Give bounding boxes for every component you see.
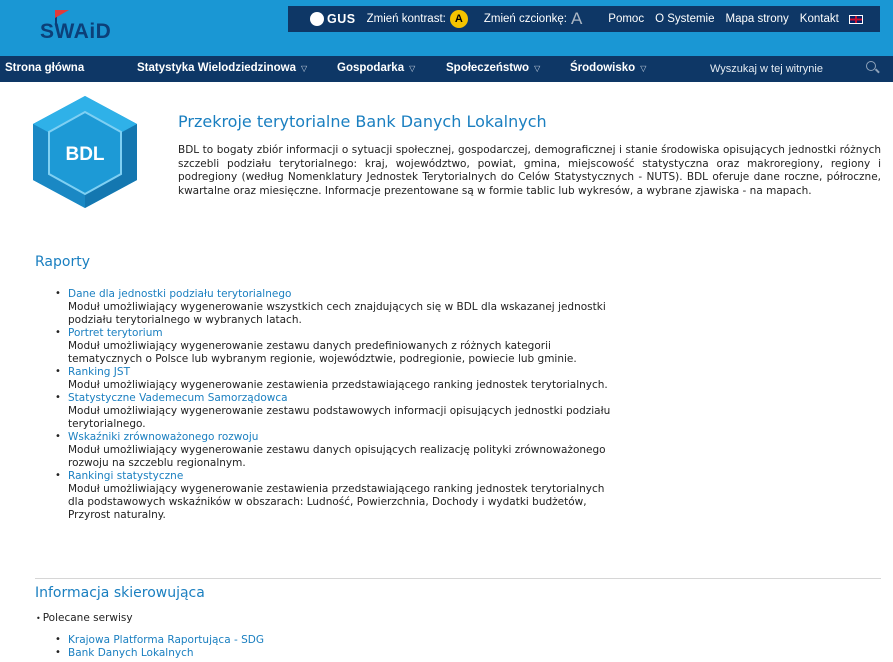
bdl-logo-icon: BDL [33, 96, 137, 208]
report-link[interactable]: Ranking JST [68, 366, 612, 379]
referral-heading: Informacja skierowująca [35, 585, 205, 601]
list-item: Rankingi statystyczneModuł umożliwiający… [52, 470, 612, 522]
utility-bar: GUS Zmień kontrast: A Zmień czcionkę: A Po… [288, 6, 880, 32]
report-description: Moduł umożliwiający wygenerowanie wszyst… [68, 301, 606, 326]
list-item: Dane dla jednostki podziału terytorialne… [52, 288, 612, 327]
page-title: Przekroje terytorialne Bank Danych Lokal… [178, 112, 547, 131]
search-icon[interactable] [866, 61, 876, 71]
gus-label: GUS [327, 12, 356, 26]
report-link[interactable]: Portret terytorium [68, 327, 612, 340]
nav-item-label: Społeczeństwo [446, 62, 530, 74]
recommended-services-label: Polecane serwisy [36, 612, 133, 624]
intro-text: BDL to bogaty zbiór informacji o sytuacj… [178, 144, 881, 197]
list-item: Krajowa Platforma Raportująca - SDG [52, 634, 264, 647]
contrast-toggle[interactable]: Zmień kontrast: A [367, 10, 468, 28]
nav-item-label: Statystyka Wielodziedzinowa [137, 62, 297, 74]
english-flag-icon[interactable] [848, 14, 863, 24]
report-link[interactable]: Statystyczne Vademecum Samorządowca [68, 392, 612, 405]
font-size-label: Zmień czcionkę: [483, 13, 567, 26]
report-description: Moduł umożliwiający wygenerowanie zestaw… [68, 405, 611, 430]
contrast-icon[interactable]: A [449, 10, 468, 28]
chevron-down-icon: ▽ [534, 64, 541, 73]
chevron-down-icon: ▽ [640, 64, 647, 73]
report-link[interactable]: Rankingi statystyczne [68, 470, 612, 483]
list-item: Portret terytoriumModuł umożliwiający wy… [52, 327, 612, 366]
search-input[interactable]: Wyszukaj w tej witrynie [710, 63, 823, 75]
service-link[interactable]: Krajowa Platforma Raportująca - SDG [68, 634, 264, 647]
about-link[interactable]: O Systemie [655, 13, 714, 25]
nav-item-economy[interactable]: Gospodarka ▽ [337, 62, 415, 74]
help-link[interactable]: Pomoc [608, 13, 644, 25]
report-description: Moduł umożliwiający wygenerowanie zestaw… [68, 379, 608, 391]
list-item: Bank Danych Lokalnych [52, 647, 264, 660]
contact-link[interactable]: Kontakt [800, 13, 839, 25]
font-size-toggle[interactable]: Zmień czcionkę: A [484, 9, 582, 29]
report-description: Moduł umożliwiający wygenerowanie zestaw… [68, 444, 606, 469]
reports-heading: Raporty [35, 254, 90, 270]
header: SWAiD GUS Zmień kontrast: A Zmień czcionk… [0, 0, 893, 56]
sitemap-link[interactable]: Mapa strony [726, 13, 789, 25]
contrast-label: Zmień kontrast: [366, 13, 446, 26]
recommended-links: Krajowa Platforma Raportująca - SDG Bank… [52, 634, 264, 660]
nav-item-home[interactable]: Strona główna [5, 62, 84, 74]
nav-item-society[interactable]: Społeczeństwo ▽ [446, 62, 540, 74]
nav-item-multidomain[interactable]: Statystyka Wielodziedzinowa ▽ [137, 62, 307, 74]
font-size-icon[interactable]: A [571, 9, 582, 28]
logo-flag [55, 10, 69, 18]
reports-list: Dane dla jednostki podziału terytorialne… [52, 288, 612, 522]
report-link[interactable]: Wskaźniki zrównoważonego rozwoju [68, 431, 612, 444]
site-logo[interactable]: SWAiD [40, 20, 111, 44]
gus-logo[interactable]: GUS [310, 12, 356, 26]
report-description: Moduł umożliwiający wygenerowanie zestaw… [68, 340, 577, 365]
nav-item-label: Strona główna [5, 62, 85, 74]
list-item: Ranking JSTModuł umożliwiający wygenerow… [52, 366, 612, 392]
nav-item-label: Gospodarka [337, 62, 405, 74]
chevron-down-icon: ▽ [301, 64, 308, 73]
chevron-down-icon: ▽ [409, 64, 416, 73]
nav-item-label: Środowisko [570, 62, 636, 74]
report-link[interactable]: Dane dla jednostki podziału terytorialne… [68, 288, 612, 301]
bdl-logo-text: BDL [65, 144, 104, 165]
section-divider [35, 578, 881, 579]
nav-item-environment[interactable]: Środowisko ▽ [570, 62, 646, 74]
list-item: Wskaźniki zrównoważonego rozwojuModuł um… [52, 431, 612, 470]
gus-circle-icon [310, 12, 324, 26]
service-link[interactable]: Bank Danych Lokalnych [68, 647, 264, 660]
list-item: Statystyczne Vademecum SamorządowcaModuł… [52, 392, 612, 431]
report-description: Moduł umożliwiający wygenerowanie zestaw… [68, 483, 605, 521]
main-nav: Strona główna Statystyka Wielodziedzinow… [0, 56, 893, 82]
